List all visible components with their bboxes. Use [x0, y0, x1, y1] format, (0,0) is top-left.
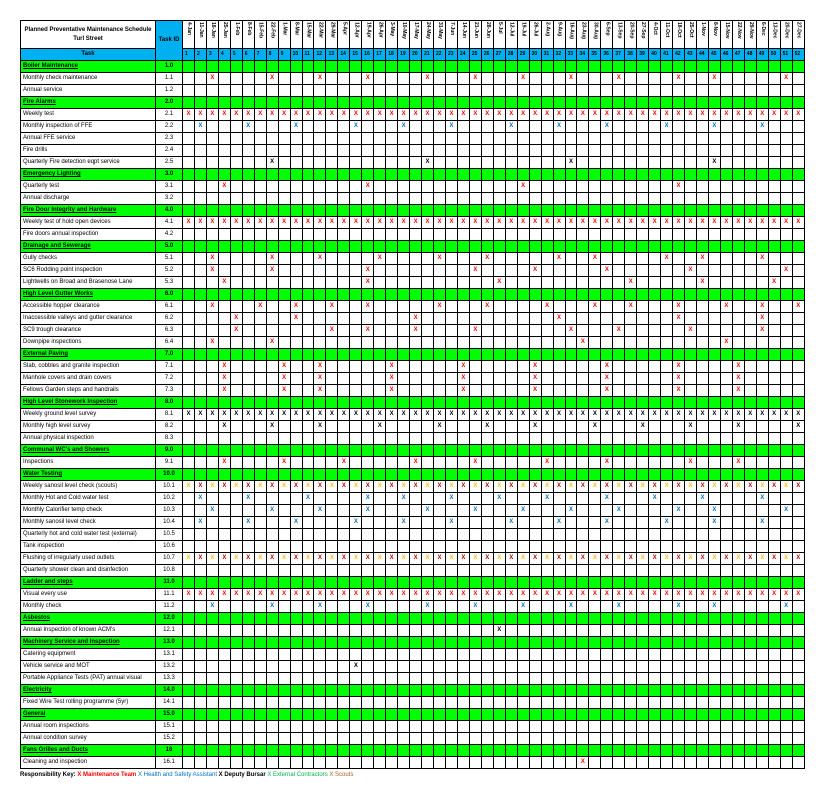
task-row: Annual physical inspection8.3	[21, 433, 805, 445]
task-row: Cleaning and inspection16.1X	[21, 757, 805, 769]
task-row: Monthly check maintenance1.1XXXXXXXXXXXX	[21, 73, 805, 85]
task-row: Tank inspection10.6	[21, 541, 805, 553]
task-row: Monthly Calorifier temp check10.3XXXXXXX…	[21, 505, 805, 517]
task-row: Monthly high level survey8.2XXXXXXXXXXXX	[21, 421, 805, 433]
task-row: Weekly test2.1XXXXXXXXXXXXXXXXXXXXXXXXXX…	[21, 109, 805, 121]
section-header: Fire Alarms2.0	[21, 97, 805, 109]
task-row: Slab, cobbles and granite inspection7.1X…	[21, 361, 805, 373]
task-row: Quarterly shower clean and disinfection1…	[21, 565, 805, 577]
section-header: Ladder and steps11.0	[21, 577, 805, 589]
task-row: SC9 trough clearance6.3XXXXXXXXX	[21, 325, 805, 337]
section-header: Fire Door Integrity and Hardware4.0	[21, 205, 805, 217]
task-row: Monthly Hot and Cold water test10.2XXXXX…	[21, 493, 805, 505]
section-header: Emergency Lighting3.0	[21, 169, 805, 181]
task-row: Accessible hopper clearance6.1XXXXXXXXXX…	[21, 301, 805, 313]
task-row: Lightwells on Broad and Brasenose Lane5.…	[21, 277, 805, 289]
task-row: Annual Inspection of known ACM's12.1X	[21, 625, 805, 637]
task-row: Quarterly test3.1XXXX	[21, 181, 805, 193]
task-row: SC6 Rodding point inspection5.2XXXXXXXX	[21, 265, 805, 277]
task-row: Annual service1.2	[21, 85, 805, 97]
task-row: Inaccessible valleys and gutter clearanc…	[21, 313, 805, 325]
task-row: Manhole covers and drain covers7.2XXXXXX…	[21, 373, 805, 385]
section-header: High Level Gutter Works6.0	[21, 289, 805, 301]
task-row: Weekly test of hold open devices4.1XXXXX…	[21, 217, 805, 229]
task-row: Fellows Garden steps and handrails7.3XXX…	[21, 385, 805, 397]
task-row: Monthly sanosil level check10.4XXXXXXXXX…	[21, 517, 805, 529]
section-header: Water Testing10.0	[21, 469, 805, 481]
section-header: Machinery Service and Inspection13.0	[21, 637, 805, 649]
task-row: Portable Appliance Tests (PAT) annual vi…	[21, 673, 805, 685]
section-header: Fans Grilles and Ducts16	[21, 745, 805, 757]
section-header: High Level Stonework Inspection8.0	[21, 397, 805, 409]
task-row: Annual room inspections15.1	[21, 721, 805, 733]
task-row: Gully checks5.1XXXXXXXXXXX	[21, 253, 805, 265]
section-header: Drainage and Sewerage5.0	[21, 241, 805, 253]
task-row: Quarterly Fire detection eqpt service2.5…	[21, 157, 805, 169]
ppm-schedule-table: Planned Preventative Maintenance Schedul…	[20, 20, 805, 769]
task-row: Flushing of irregularly used outlets10.7…	[21, 553, 805, 565]
section-header: Asbestos12.0	[21, 613, 805, 625]
section-header: External Paving7.0	[21, 349, 805, 361]
section-header: Electricity14.0	[21, 685, 805, 697]
task-row: Fixed Wire Test rolling programme (5yr)1…	[21, 697, 805, 709]
task-row: Monthly check11.2XXXXXXXXXXXX	[21, 601, 805, 613]
responsibility-key: Responsibility Key: X Maintenance Team X…	[20, 772, 805, 778]
task-row: Fire drills2.4	[21, 145, 805, 157]
section-header: General15.0	[21, 709, 805, 721]
task-row: Monthly inspection of FFE2.2XXXXXXXXXXXX	[21, 121, 805, 133]
task-row: Inspections9.1XXXXXXXXX	[21, 457, 805, 469]
task-row: Visual every use11.1XXXXXXXXXXXXXXXXXXXX…	[21, 589, 805, 601]
section-header: Boiler Maintenance1.0	[21, 61, 805, 73]
task-row: Annual condition survey15.2	[21, 733, 805, 745]
task-row: Weekly ground level survey8.1XXXXXXXXXXX…	[21, 409, 805, 421]
task-row: Annual FFE service2.3	[21, 133, 805, 145]
task-row: Vehicle service and MOT13.2X	[21, 661, 805, 673]
task-row: Quarterly hot and cold water test (exter…	[21, 529, 805, 541]
task-row: Annual discharge3.2	[21, 193, 805, 205]
task-row: Downpipe inspections6.4XXXX	[21, 337, 805, 349]
task-row: Fire doors annual inspection4.2	[21, 229, 805, 241]
task-row: Weekly sanosil level check (scouts)10.1X…	[21, 481, 805, 493]
section-header: Communal WC's and Showers9.0	[21, 445, 805, 457]
task-row: Catering equipment13.1	[21, 649, 805, 661]
